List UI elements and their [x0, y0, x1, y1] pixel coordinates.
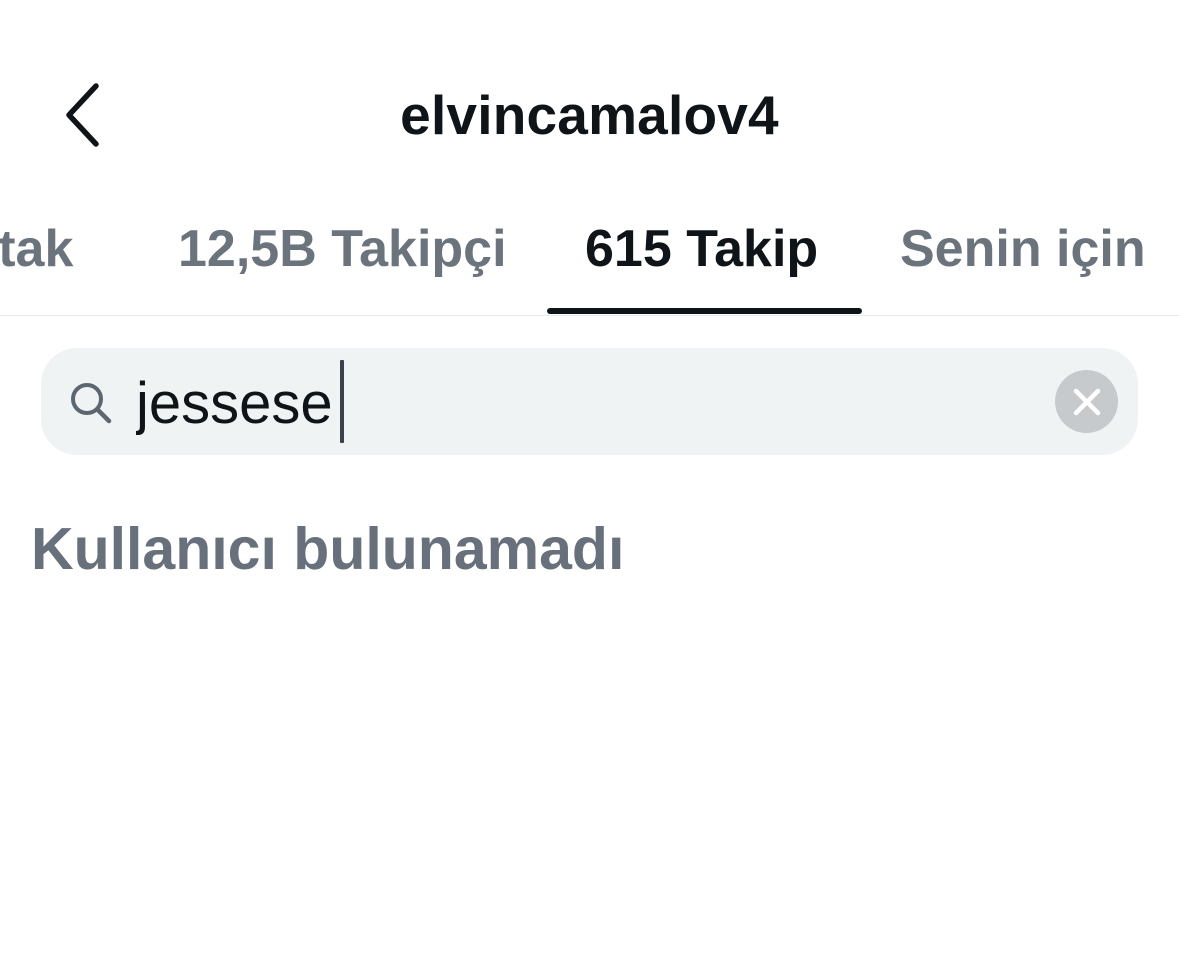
tab-mutual-label: rtak — [0, 220, 74, 278]
tab-followers-label: 12,5B Takipçi — [178, 220, 507, 278]
tab-mutual[interactable]: rtak — [0, 190, 73, 314]
tab-following[interactable]: 615 Takip — [585, 190, 818, 314]
header: elvincamalov4 — [0, 0, 1179, 200]
tab-followers[interactable]: 12,5B Takipçi — [178, 190, 507, 314]
close-icon — [1073, 388, 1100, 415]
empty-state-message: Kullanıcı bulunamadı — [31, 516, 625, 582]
tab-bar: rtak 12,5B Takipçi 615 Takip Senin için — [0, 190, 1179, 316]
clear-search-button[interactable] — [1055, 370, 1118, 433]
search-input[interactable] — [136, 355, 1036, 451]
tab-following-label: 615 Takip — [585, 220, 819, 278]
tab-for-you[interactable]: Senin için — [900, 190, 1146, 314]
search-icon — [71, 383, 112, 424]
tab-for-you-label: Senin için — [900, 220, 1146, 278]
text-cursor — [340, 360, 344, 443]
page-title: elvincamalov4 — [400, 84, 779, 146]
active-tab-indicator — [547, 308, 862, 314]
